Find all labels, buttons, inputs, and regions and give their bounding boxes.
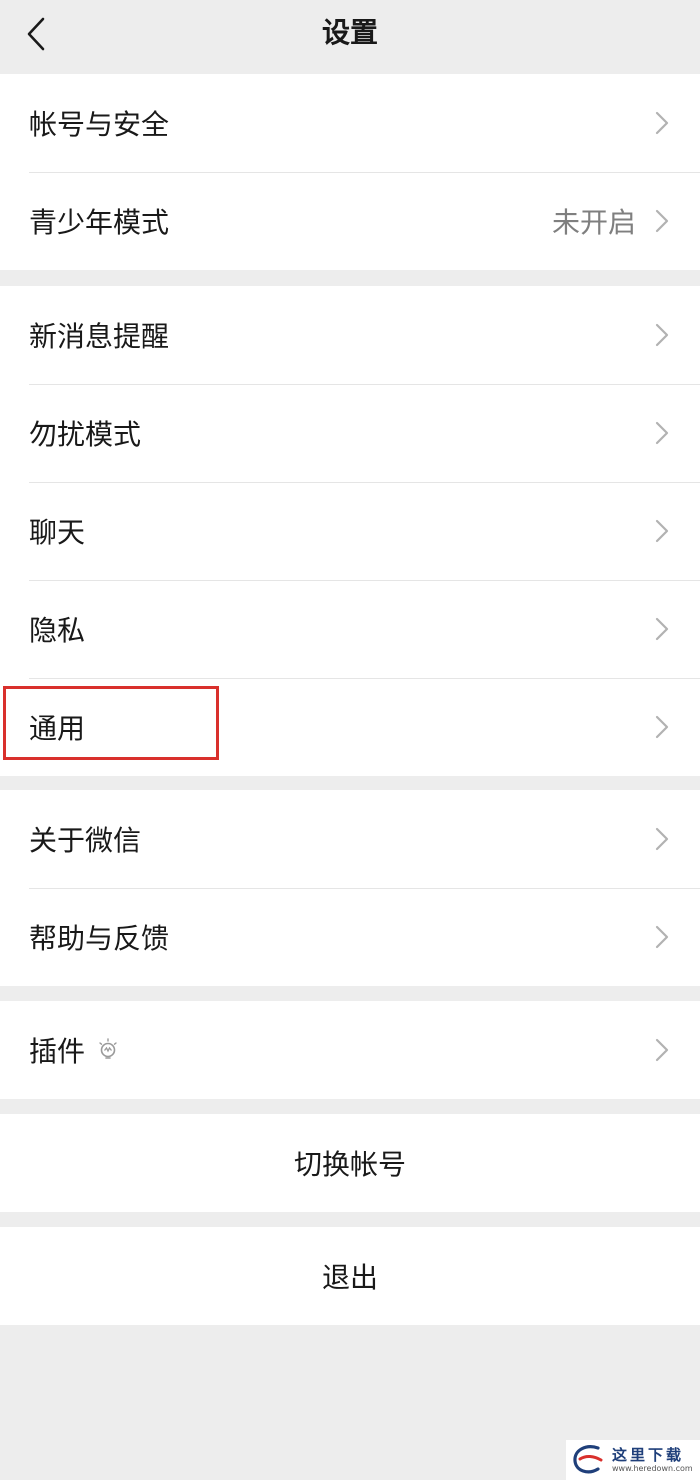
- lightbulb-icon: [97, 1037, 119, 1063]
- chevron-right-icon: [654, 825, 670, 853]
- settings-item-teen-mode[interactable]: 青少年模式 未开启: [0, 172, 700, 270]
- switch-account-group: 切换帐号: [0, 1114, 700, 1212]
- settings-item-help-feedback[interactable]: 帮助与反馈: [0, 888, 700, 986]
- switch-account-button[interactable]: 切换帐号: [0, 1114, 700, 1212]
- settings-group-about: 关于微信 帮助与反馈: [0, 790, 700, 986]
- watermark-text-cn: 这里下载: [612, 1446, 685, 1464]
- settings-item-label: 插件: [29, 1030, 654, 1070]
- settings-item-account-security[interactable]: 帐号与安全: [0, 74, 700, 172]
- chevron-right-icon: [654, 713, 670, 741]
- settings-item-label: 青少年模式: [29, 206, 170, 239]
- settings-item-privacy[interactable]: 隐私: [0, 580, 700, 678]
- plugins-label-text: 插件: [29, 1035, 86, 1068]
- watermark-logo-icon: [573, 1445, 603, 1474]
- page-title: 设置: [321, 16, 378, 49]
- settings-item-label: 帮助与反馈: [29, 922, 170, 955]
- settings-item-label: 聊天: [29, 516, 86, 549]
- settings-group-account: 帐号与安全 青少年模式 未开启: [0, 74, 700, 270]
- settings-item-do-not-disturb[interactable]: 勿扰模式: [0, 384, 700, 482]
- settings-group-general: 新消息提醒 勿扰模式 聊天 隐私 通用: [0, 286, 700, 776]
- chevron-right-icon: [654, 923, 670, 951]
- chevron-right-icon: [654, 109, 670, 137]
- settings-item-label: 通用: [29, 712, 86, 745]
- switch-account-label: 切换帐号: [293, 1148, 406, 1181]
- settings-item-label: 帐号与安全: [29, 108, 170, 141]
- logout-label: 退出: [321, 1261, 378, 1294]
- settings-item-general[interactable]: 通用: [0, 678, 700, 776]
- settings-item-label: 新消息提醒: [29, 320, 170, 353]
- chevron-right-icon: [654, 321, 670, 349]
- watermark: 这里下载 www.heredown.com: [566, 1440, 700, 1480]
- nav-bar: 设置: [0, 0, 700, 72]
- settings-item-label: 隐私: [29, 614, 86, 647]
- settings-item-label: 勿扰模式: [29, 418, 142, 451]
- logout-button[interactable]: 退出: [0, 1227, 700, 1325]
- chevron-right-icon: [654, 207, 670, 235]
- chevron-right-icon: [654, 517, 670, 545]
- settings-item-plugins[interactable]: 插件: [0, 1001, 700, 1099]
- settings-item-chat[interactable]: 聊天: [0, 482, 700, 580]
- settings-group-plugins: 插件: [0, 1001, 700, 1099]
- logout-group: 退出: [0, 1227, 700, 1325]
- watermark-text-en: www.heredown.com: [612, 1464, 693, 1473]
- chevron-right-icon: [654, 615, 670, 643]
- settings-item-new-message-alerts[interactable]: 新消息提醒: [0, 286, 700, 384]
- chevron-right-icon: [654, 1036, 670, 1064]
- settings-item-label: 关于微信: [29, 824, 142, 857]
- settings-item-value: 未开启: [551, 206, 636, 239]
- settings-item-about-wechat[interactable]: 关于微信: [0, 790, 700, 888]
- chevron-right-icon: [654, 419, 670, 447]
